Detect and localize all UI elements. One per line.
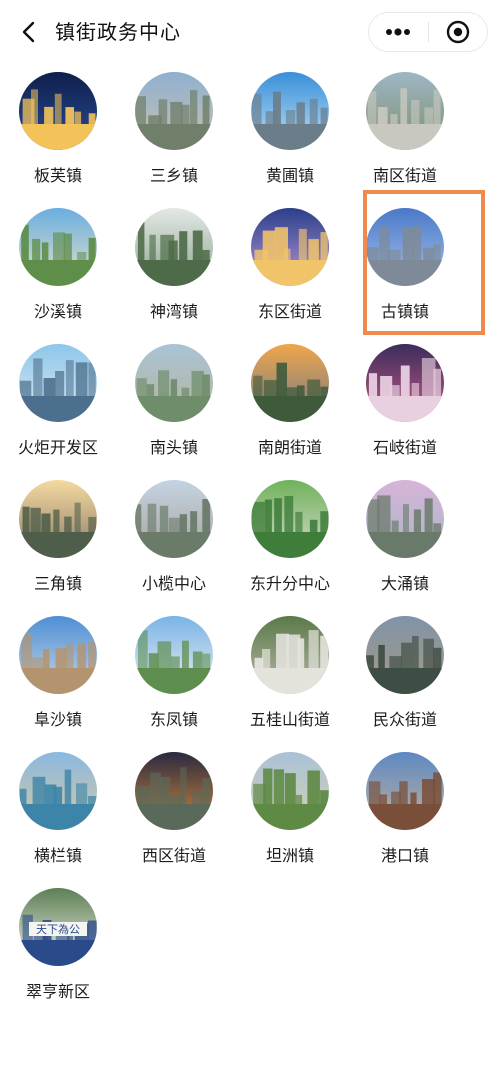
town-label: 坦洲镇 [265, 846, 314, 865]
town-label: 五桂山街道 [249, 710, 330, 729]
town-item[interactable]: 沙溪镇 [0, 208, 116, 334]
town-photo [19, 752, 97, 830]
town-photo [135, 616, 213, 694]
town-photo [251, 616, 329, 694]
town-label: 横栏镇 [33, 846, 82, 865]
town-label: 南头镇 [149, 438, 198, 457]
town-label: 三乡镇 [149, 166, 198, 185]
town-photo [135, 72, 213, 150]
town-photo [366, 752, 444, 830]
arch-inscription: 天下為公 [36, 922, 80, 936]
town-item[interactable]: 石岐街道 [347, 344, 463, 470]
navigation-bar: 镇街政务中心 [0, 0, 500, 66]
close-mini-program-button[interactable] [429, 13, 488, 51]
town-label: 大涌镇 [380, 574, 429, 593]
town-photo [366, 344, 444, 422]
town-photo [366, 72, 444, 150]
town-label: 石岐街道 [372, 438, 437, 457]
town-photo [251, 344, 329, 422]
town-label: 民众街道 [372, 710, 437, 729]
page-title: 镇街政务中心 [55, 20, 181, 44]
town-item[interactable]: 小榄中心 [116, 480, 232, 606]
town-photo [19, 208, 97, 286]
selection-highlight-box [363, 190, 485, 335]
town-item[interactable]: 神湾镇 [116, 208, 232, 334]
town-item[interactable]: 港口镇 [347, 752, 463, 878]
town-label: 翠亨新区 [25, 982, 90, 1001]
town-item[interactable]: 东升分中心 [232, 480, 348, 606]
town-photo [366, 616, 444, 694]
town-item[interactable]: 南头镇 [116, 344, 232, 470]
more-dots-icon [386, 28, 411, 36]
town-item[interactable]: 三乡镇 [116, 72, 232, 198]
town-photo [19, 72, 97, 150]
town-label: 三角镇 [33, 574, 82, 593]
town-photo [135, 480, 213, 558]
town-photo [19, 344, 97, 422]
town-item[interactable]: 天下為公 翠亨新区 [0, 888, 116, 1014]
town-item[interactable]: 五桂山街道 [232, 616, 348, 742]
town-label: 沙溪镇 [33, 302, 82, 321]
town-item[interactable]: 板芙镇 [0, 72, 116, 198]
town-photo [135, 752, 213, 830]
back-button[interactable] [14, 17, 42, 47]
town-photo [251, 480, 329, 558]
town-photo [135, 344, 213, 422]
town-item[interactable]: 大涌镇 [347, 480, 463, 606]
town-item[interactable]: 东凤镇 [116, 616, 232, 742]
town-item[interactable]: 火炬开发区 [0, 344, 116, 470]
town-item[interactable]: 阜沙镇 [0, 616, 116, 742]
town-item[interactable]: 坦洲镇 [232, 752, 348, 878]
town-label: 东凤镇 [149, 710, 198, 729]
town-photo [19, 480, 97, 558]
town-label: 黄圃镇 [265, 166, 314, 185]
town-item[interactable]: 东区街道 [232, 208, 348, 334]
town-label: 南区街道 [372, 166, 437, 185]
town-label: 小榄中心 [141, 574, 206, 593]
mini-program-capsule [368, 12, 488, 52]
town-label: 东升分中心 [249, 574, 330, 593]
town-photo: 天下為公 [19, 888, 97, 966]
town-item[interactable]: 南朗街道 [232, 344, 348, 470]
town-label: 东区街道 [257, 302, 322, 321]
town-label: 南朗街道 [257, 438, 322, 457]
chevron-left-icon [22, 21, 35, 43]
town-photo [251, 208, 329, 286]
town-label: 火炬开发区 [17, 438, 98, 457]
town-label: 港口镇 [380, 846, 429, 865]
town-item[interactable]: 黄圃镇 [232, 72, 348, 198]
town-label: 神湾镇 [149, 302, 198, 321]
more-button[interactable] [369, 13, 428, 51]
town-label: 西区街道 [141, 846, 206, 865]
town-photo [135, 208, 213, 286]
town-item[interactable]: 南区街道 [347, 72, 463, 198]
town-photo [366, 480, 444, 558]
town-photo [251, 752, 329, 830]
town-photo [19, 616, 97, 694]
town-label: 阜沙镇 [33, 710, 82, 729]
town-label: 板芙镇 [33, 166, 82, 185]
town-item[interactable]: 横栏镇 [0, 752, 116, 878]
mini-program-close-icon [446, 20, 469, 44]
town-item[interactable]: 三角镇 [0, 480, 116, 606]
town-photo [251, 72, 329, 150]
town-item[interactable]: 西区街道 [116, 752, 232, 878]
town-item[interactable]: 民众街道 [347, 616, 463, 742]
